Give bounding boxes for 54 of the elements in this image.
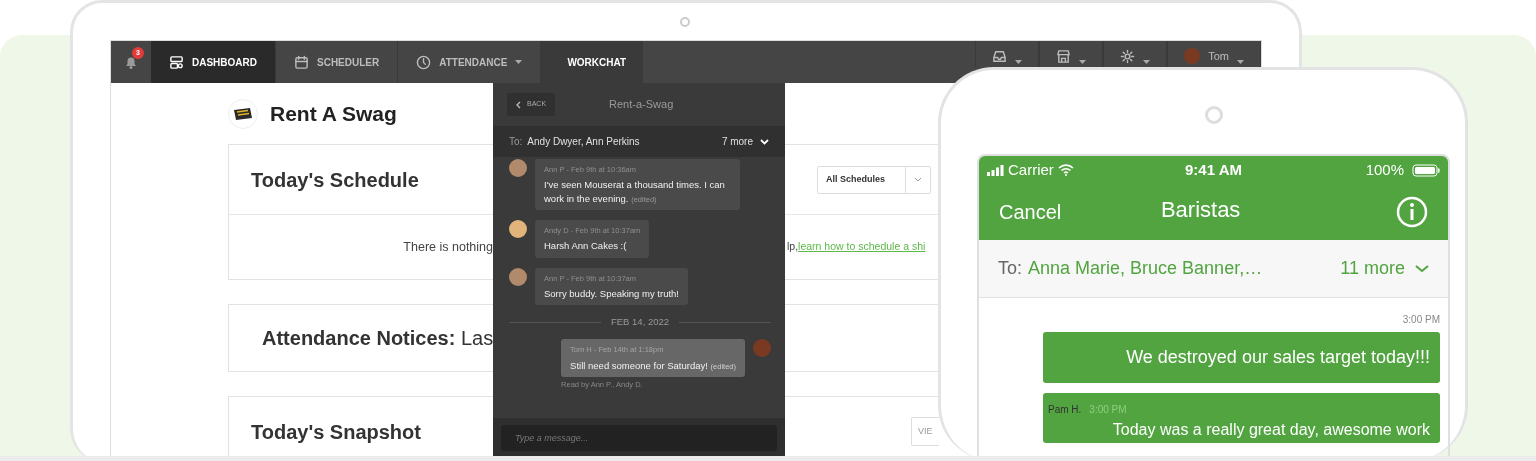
store-icon [1056,49,1072,64]
carrier-name: Carrier [1008,159,1054,180]
message-bubble: We destroyed our sales target today!!! [1043,332,1440,383]
chevron-down-icon [1415,264,1429,273]
card-title: Today's Snapshot [250,419,422,445]
view-button[interactable]: VIE [911,416,939,447]
nav-tab[interactable]: SCHEDULER [276,41,399,83]
ticket-icon [233,106,253,121]
caret-icon [1237,60,1244,64]
message-text: Today was a really great day, awesome work [1111,420,1430,440]
clock-time: 9:41 AM [1184,159,1243,180]
clock-icon [416,54,432,70]
battery-percent: 100% [1365,159,1404,180]
recipients: Andy Dwyer, Ann Perkins [527,135,640,149]
company-name: Rent A Swag [270,100,397,127]
battery-icon [1412,163,1440,177]
cancel-button[interactable]: Cancel [999,197,1062,227]
signal-icon [987,164,1004,176]
chat-title: Baristas [1159,195,1242,224]
chevron-left-icon [516,100,521,109]
camera-dot [680,17,690,27]
caret-icon [1015,60,1023,64]
more-recipients-button[interactable]: 11 more [1340,255,1429,282]
nav-tab[interactable]: DASHBOARD [151,41,276,83]
calendar-icon [294,54,309,70]
card-title: Attendance Notices: Las [262,326,494,351]
schedule-dropdown[interactable]: All Schedules [817,165,932,194]
recipients: Anna Marie, Bruce Banner,… [1028,257,1263,280]
more-recipients-button[interactable]: 7 more [721,134,769,149]
empty-message: There is nothing [403,238,493,256]
to-label: To: [509,135,523,149]
card-title: Today's Schedule [250,167,420,193]
message-time: 3:00 PM [1402,313,1440,327]
nav-tab[interactable]: WORKCHAT [541,41,644,83]
chevron-down-icon [760,138,769,145]
chat-title: Rent-a-Swag [609,97,674,113]
message-text: Harsh Ann Cakes :( [544,239,628,253]
info-icon [1396,196,1428,228]
caret-icon [1143,60,1151,64]
wifi-icon [1057,164,1074,176]
to-label: To: [998,257,1022,280]
date-divider: FEB 14, 2022 [610,315,670,330]
inbox-icon [992,49,1008,64]
dashboard-icon [169,54,184,70]
sender-name: Pam H. [1048,404,1082,415]
empty-message: lp, [787,239,799,255]
settings-icon [1120,49,1136,64]
chevron-down-icon [914,177,923,182]
message-time: 3:00 PM [1089,404,1127,415]
avatar [1184,48,1201,64]
speaker-dot [1205,106,1223,124]
message-text: Sorry buddy. Speaking my truth! [544,286,679,301]
message-input[interactable]: Type a message... [501,425,777,451]
caret-icon [1079,60,1087,64]
